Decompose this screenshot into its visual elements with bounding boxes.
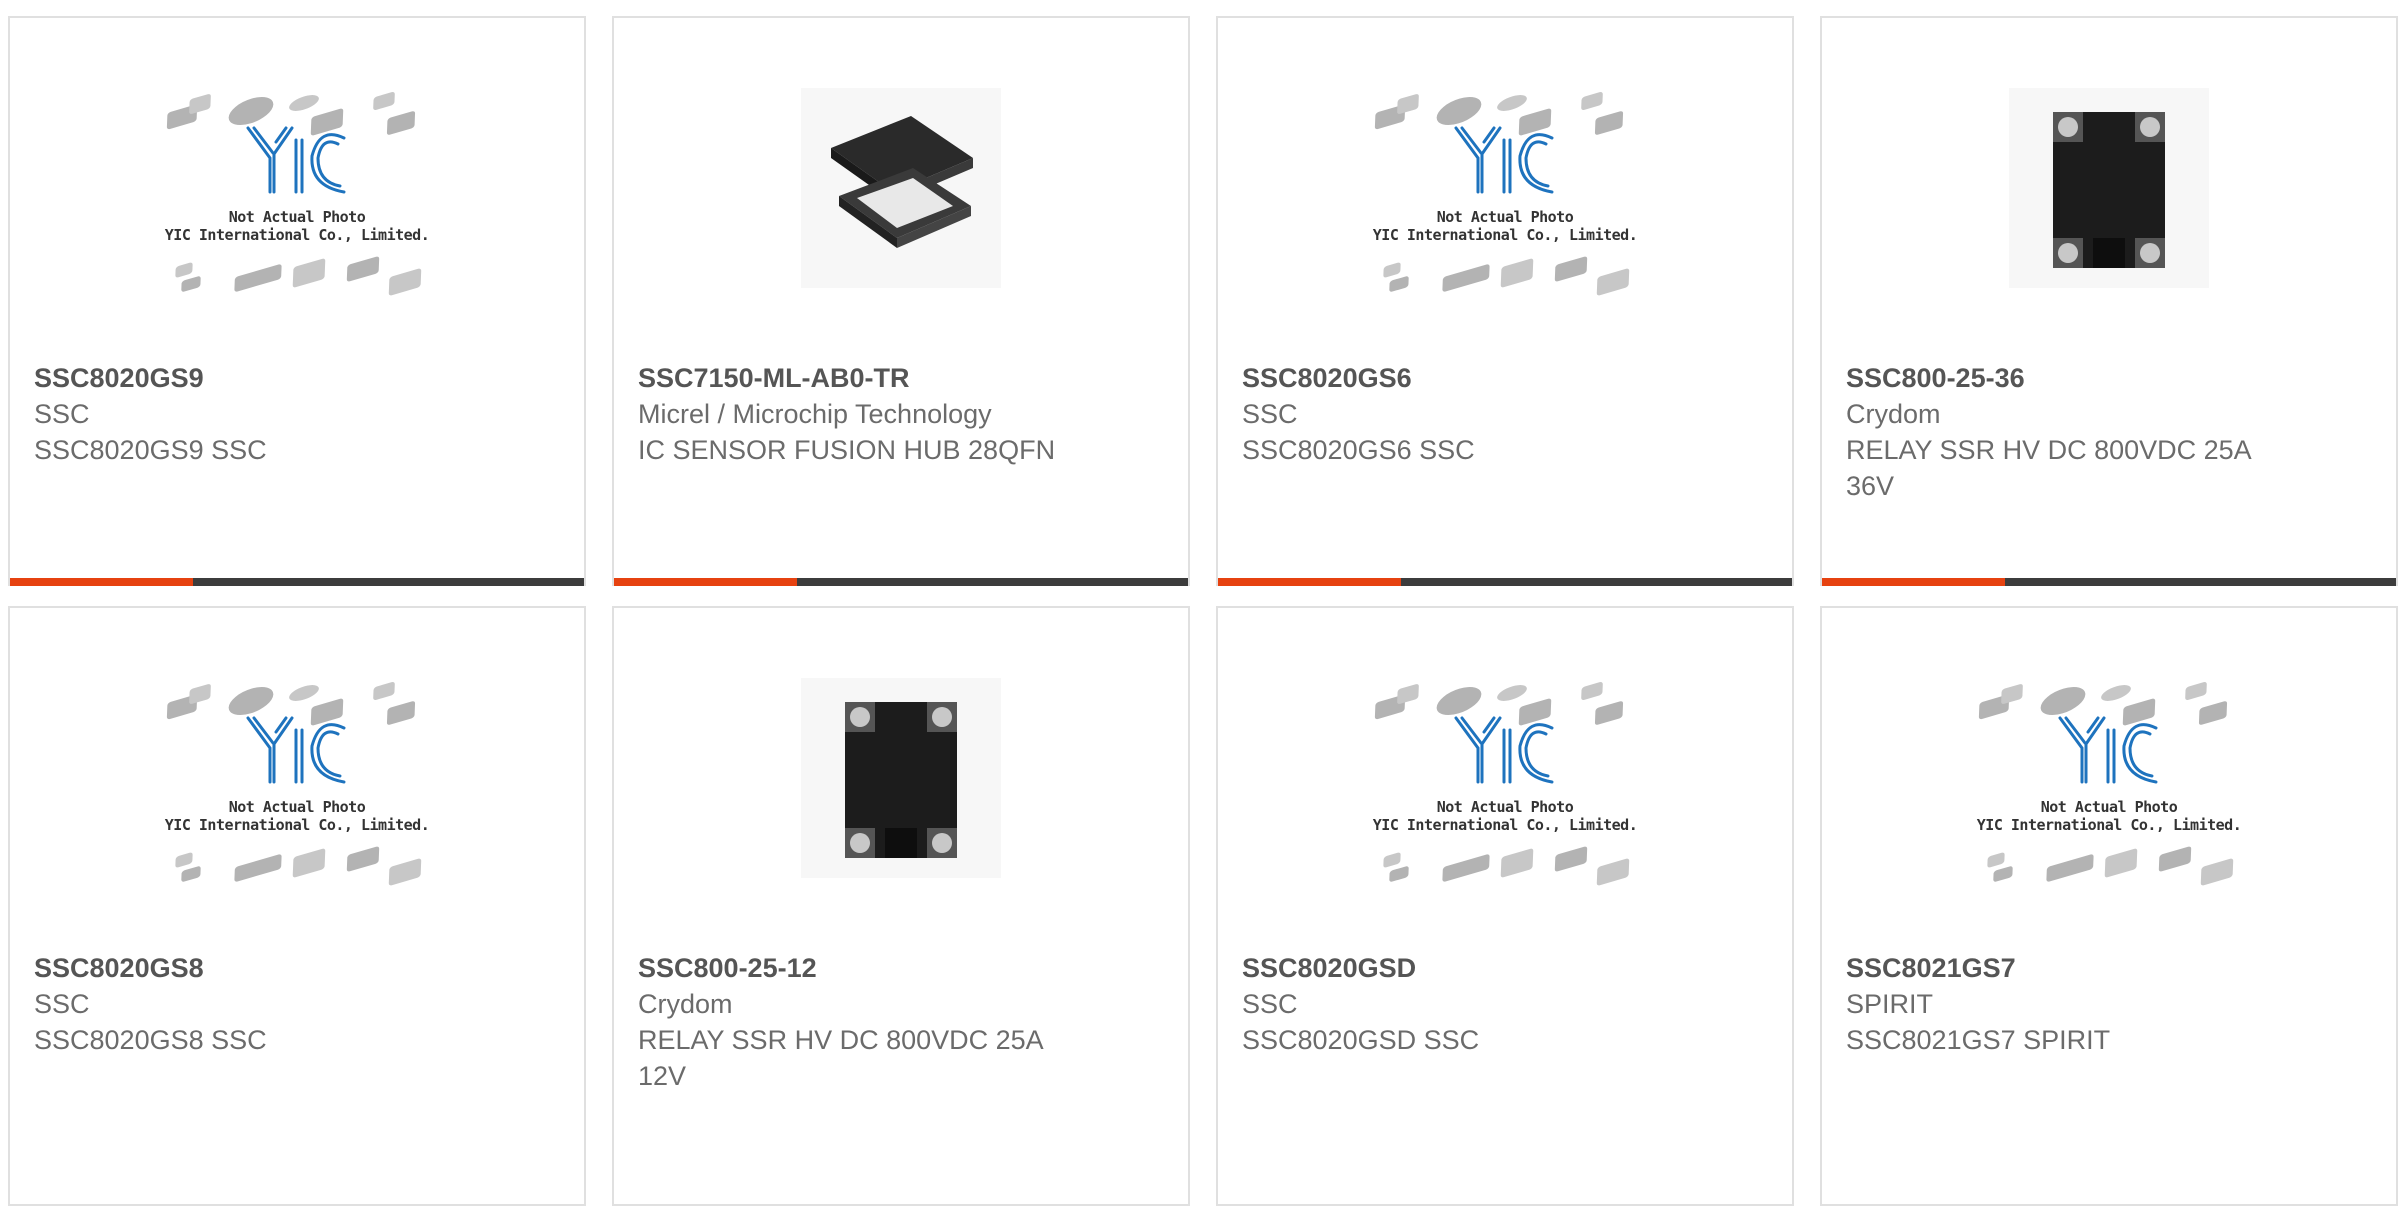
placeholder-line1: Not Actual Photo (228, 208, 366, 226)
yic-logo-icon (1454, 716, 1554, 784)
placeholder-line1: Not Actual Photo (1436, 208, 1574, 226)
product-image[interactable]: Not Actual Photo YIC International Co., … (1218, 608, 1792, 948)
manufacturer: Micrel / Microchip Technology (638, 399, 992, 429)
product-card[interactable]: SSC800-25-12 Crydom RELAY SSR HV DC 800VDC… (612, 606, 1190, 1206)
product-info: SSC8020GS6 SSC SSC8020GS6 SSC (1242, 360, 1768, 468)
description: SSC8020GS8 SSC (34, 1025, 267, 1055)
not-actual-photo-image: Not Actual Photo YIC International Co., … (1370, 68, 1640, 308)
placeholder-line2: YIC International Co., Limited. (1976, 816, 2242, 834)
product-info: SSC8020GS9 SSC SSC8020GS9 SSC (34, 360, 560, 468)
not-actual-photo-image: Not Actual Photo YIC International Co., … (162, 658, 432, 898)
product-info: SSC800-25-36 Crydom RELAY SSR HV DC 800VDC… (1846, 360, 2372, 504)
product-grid: Not Actual Photo YIC International Co., … (0, 0, 2400, 1206)
manufacturer: Crydom (1846, 399, 1941, 429)
card-accent-bar (10, 578, 193, 586)
card-accent-bar (1822, 578, 2005, 586)
product-image[interactable]: Not Actual Photo YIC International Co., … (1822, 608, 2396, 948)
product-card[interactable]: Not Actual Photo YIC International Co., … (1820, 606, 2398, 1206)
product-info: SSC8020GS8 SSC SSC8020GS8 SSC (34, 950, 560, 1058)
not-actual-photo-image: Not Actual Photo YIC International Co., … (1370, 658, 1640, 898)
not-actual-photo-image: Not Actual Photo YIC International Co., … (162, 68, 432, 308)
description: SSC8021GS7 SPIRIT (1846, 1025, 2111, 1055)
product-card[interactable]: Not Actual Photo YIC International Co., … (8, 16, 586, 586)
description: RELAY SSR HV DC 800VDC 25A 36V (1846, 435, 2251, 501)
card-bottom-bar (1218, 578, 1792, 586)
placeholder-line1: Not Actual Photo (228, 798, 366, 816)
product-info: SSC800-25-12 Crydom RELAY SSR HV DC 800VDC… (638, 950, 1164, 1094)
part-number-link[interactable]: SSC8020GS8 (34, 950, 560, 986)
manufacturer: SSC (34, 399, 90, 429)
placeholder-line2: YIC International Co., Limited. (164, 816, 430, 834)
manufacturer: SSC (1242, 989, 1298, 1019)
manufacturer: SSC (1242, 399, 1298, 429)
card-bottom-bar (1822, 578, 2396, 586)
product-image[interactable]: Not Actual Photo YIC International Co., … (10, 18, 584, 358)
manufacturer: Crydom (638, 989, 733, 1019)
product-card[interactable]: Not Actual Photo YIC International Co., … (1216, 606, 1794, 1206)
description: RELAY SSR HV DC 800VDC 25A 12V (638, 1025, 1043, 1091)
part-number-link[interactable]: SSC8021GS7 (1846, 950, 2372, 986)
description: IC SENSOR FUSION HUB 28QFN (638, 435, 1056, 465)
description: SSC8020GSD SSC (1242, 1025, 1480, 1055)
product-card[interactable]: SSC800-25-36 Crydom RELAY SSR HV DC 800VDC… (1820, 16, 2398, 586)
part-number-link[interactable]: SSC7150-ML-AB0-TR (638, 360, 1164, 396)
product-card[interactable]: Not Actual Photo YIC International Co., … (1216, 16, 1794, 586)
yic-logo-icon (1454, 126, 1554, 194)
product-image[interactable]: Not Actual Photo YIC International Co., … (10, 608, 584, 948)
description: SSC8020GS9 SSC (34, 435, 267, 465)
placeholder-line1: Not Actual Photo (2040, 798, 2178, 816)
part-number-link[interactable]: SSC800-25-12 (638, 950, 1164, 986)
yic-logo-icon (246, 716, 346, 784)
card-bottom-bar (10, 578, 584, 586)
yic-logo-icon (246, 126, 346, 194)
product-info: SSC7150-ML-AB0-TR Micrel / Microchip Tech… (638, 360, 1164, 468)
not-actual-photo-image: Not Actual Photo YIC International Co., … (1974, 658, 2244, 898)
product-info: SSC8021GS7 SPIRIT SSC8021GS7 SPIRIT (1846, 950, 2372, 1058)
placeholder-line2: YIC International Co., Limited. (1372, 226, 1638, 244)
card-accent-bar (614, 578, 797, 586)
relay-photo (801, 678, 1001, 878)
part-number-link[interactable]: SSC8020GS6 (1242, 360, 1768, 396)
manufacturer: SSC (34, 989, 90, 1019)
qfn-chip-photo (801, 88, 1001, 288)
card-bottom-bar (614, 578, 1188, 586)
card-accent-bar (1218, 578, 1401, 586)
placeholder-line1: Not Actual Photo (1436, 798, 1574, 816)
relay-photo (2009, 88, 2209, 288)
placeholder-line2: YIC International Co., Limited. (1372, 816, 1638, 834)
product-image[interactable]: Not Actual Photo YIC International Co., … (1218, 18, 1792, 358)
product-info: SSC8020GSD SSC SSC8020GSD SSC (1242, 950, 1768, 1058)
product-card[interactable]: Not Actual Photo YIC International Co., … (8, 606, 586, 1206)
part-number-link[interactable]: SSC8020GS9 (34, 360, 560, 396)
product-image[interactable] (614, 18, 1188, 358)
part-number-link[interactable]: SSC8020GSD (1242, 950, 1768, 986)
product-image[interactable] (1822, 18, 2396, 358)
yic-logo-icon (2058, 716, 2158, 784)
part-number-link[interactable]: SSC800-25-36 (1846, 360, 2372, 396)
manufacturer: SPIRIT (1846, 989, 1934, 1019)
placeholder-line2: YIC International Co., Limited. (164, 226, 430, 244)
description: SSC8020GS6 SSC (1242, 435, 1475, 465)
product-image[interactable] (614, 608, 1188, 948)
product-card[interactable]: SSC7150-ML-AB0-TR Micrel / Microchip Tech… (612, 16, 1190, 586)
